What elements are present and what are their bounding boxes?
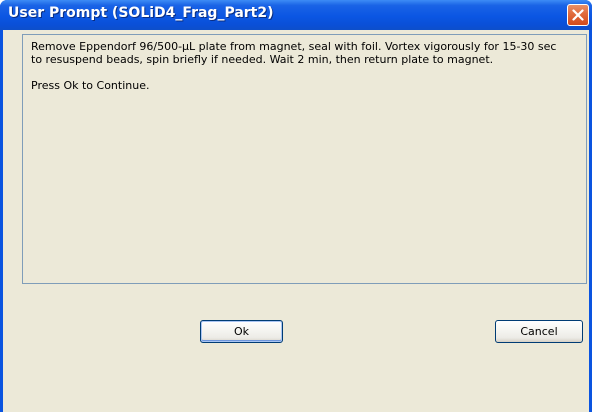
- cancel-button[interactable]: Cancel: [495, 320, 583, 343]
- user-prompt-dialog: User Prompt (SOLiD4_Frag_Part2) Remove E…: [0, 0, 592, 412]
- message-prompt: Press Ok to Continue.: [31, 79, 150, 92]
- title-bar[interactable]: User Prompt (SOLiD4_Frag_Part2): [0, 0, 592, 30]
- close-button[interactable]: [567, 4, 589, 26]
- close-icon: [572, 9, 584, 21]
- ok-button[interactable]: Ok: [200, 320, 283, 343]
- message-body: Remove Eppendorf 96/500-µL plate from ma…: [31, 40, 557, 66]
- message-panel: Remove Eppendorf 96/500-µL plate from ma…: [22, 34, 587, 284]
- window-title: User Prompt (SOLiD4_Frag_Part2): [8, 5, 274, 21]
- message-text: Remove Eppendorf 96/500-µL plate from ma…: [31, 40, 567, 92]
